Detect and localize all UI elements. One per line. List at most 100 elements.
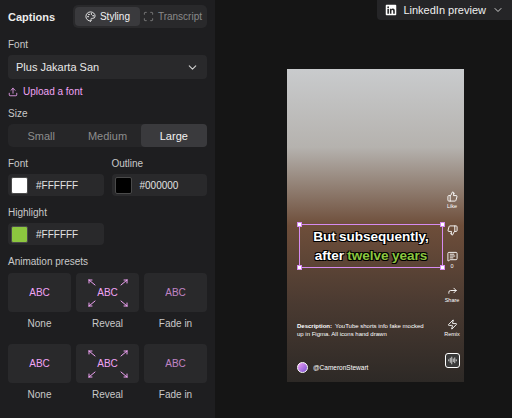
phone-wrap: Butsubsequently,aftertwelveyears Like 0 Sha… xyxy=(215,20,512,382)
captions-panel: Captions StylingTranscript Font Plus Jakart… xyxy=(0,0,215,418)
preset: ABC Reveal xyxy=(76,344,139,401)
color-field: Font #FFFFFF xyxy=(8,158,104,196)
color-field: Outline #000000 xyxy=(112,158,208,196)
preset-sample: ABC xyxy=(29,287,50,298)
resize-handle[interactable] xyxy=(297,265,302,270)
preset-label: Fade in xyxy=(159,318,192,330)
preset: ABC Fade in xyxy=(144,344,207,401)
video-description: Description:YouTube shorts info fake moc… xyxy=(297,322,429,338)
preset-label: Reveal xyxy=(92,318,123,330)
preset-label: Fade in xyxy=(159,389,192,401)
color-swatch[interactable] xyxy=(115,177,132,194)
preset-sample: ABC xyxy=(165,358,186,369)
resize-handle[interactable] xyxy=(297,222,302,227)
preset-sample: ABC xyxy=(97,287,118,298)
avatar xyxy=(297,362,308,373)
font-field: Font Plus Jakarta San xyxy=(8,39,207,79)
action-column: Like 0 Share Remix xyxy=(442,191,462,368)
thumbs-up-icon xyxy=(447,191,458,202)
preset-tile[interactable]: ABC xyxy=(8,344,71,383)
action-label: Like xyxy=(447,203,457,210)
action-button[interactable]: 0 xyxy=(447,251,458,270)
upload-font-link[interactable]: Upload a font xyxy=(8,86,207,97)
resize-handle[interactable] xyxy=(440,265,445,270)
caption-word: twelve xyxy=(347,246,388,265)
caption-line: aftertwelveyears xyxy=(315,246,428,265)
action-label: Share xyxy=(445,297,460,304)
action-button[interactable]: Share xyxy=(445,285,460,304)
field-label: Highlight xyxy=(8,207,104,219)
preview-stage: LinkedIn preview Butsubsequently,aftertwe… xyxy=(215,0,512,418)
size-option[interactable]: Medium xyxy=(74,124,140,147)
preset-sample: ABC xyxy=(165,287,186,298)
animation-field: Animation presets ABC None ABC Reveal ABC Fade… xyxy=(8,256,207,401)
preset-tile[interactable]: ABC xyxy=(76,344,139,383)
comment-icon xyxy=(447,251,458,262)
thumbs-down-icon xyxy=(447,225,458,236)
action-button[interactable]: Like xyxy=(447,191,458,210)
caption-line: Butsubsequently, xyxy=(313,227,429,246)
preset: ABC None xyxy=(8,273,71,330)
preset-label: Reveal xyxy=(92,389,123,401)
size-segmented: SmallMediumLarge xyxy=(8,124,207,147)
action-button[interactable] xyxy=(447,225,458,236)
preset-sample: ABC xyxy=(97,358,118,369)
preset: ABC None xyxy=(8,344,71,401)
linkedin-icon xyxy=(385,4,397,16)
color-swatch[interactable] xyxy=(11,177,28,194)
preset-tile[interactable]: ABC xyxy=(76,273,139,312)
color-grid: Font #FFFFFF Outline #000000 xyxy=(8,158,207,196)
field-label: Outline xyxy=(112,158,208,170)
caption-editor: Captions StylingTranscript Font Plus Jakart… xyxy=(0,0,512,418)
preset-tile[interactable]: ABC xyxy=(144,344,207,383)
size-option[interactable]: Small xyxy=(8,124,74,147)
action-button[interactable] xyxy=(445,353,460,368)
font-select[interactable]: Plus Jakarta San xyxy=(8,55,207,79)
tab-group: StylingTranscript xyxy=(73,5,207,28)
color-input[interactable]: #000000 xyxy=(112,174,208,196)
field-label: Font xyxy=(8,39,207,51)
resize-handle[interactable] xyxy=(440,222,445,227)
field-label: Font xyxy=(8,158,104,170)
reveal-arrows-icon xyxy=(86,349,130,379)
panel-title: Captions xyxy=(8,11,55,23)
preset-label: None xyxy=(28,318,52,330)
color-input[interactable]: #FFFFFF xyxy=(8,174,104,196)
preset: ABC Reveal xyxy=(76,273,139,330)
caption-word: after xyxy=(315,246,344,265)
reveal-arrows-icon xyxy=(86,278,130,308)
video-preview: Butsubsequently,aftertwelveyears Like 0 Sha… xyxy=(287,69,464,382)
preset-tile[interactable]: ABC xyxy=(144,273,207,312)
preset: ABC Fade in xyxy=(144,273,207,330)
tab[interactable]: Styling xyxy=(75,7,140,26)
tab[interactable]: Transcript xyxy=(140,7,205,26)
action-label: Remix xyxy=(444,331,460,338)
preset-label: None xyxy=(28,389,52,401)
caption-word: But xyxy=(313,227,336,246)
field-label: Animation presets xyxy=(8,256,207,268)
preview-dropdown[interactable]: LinkedIn preview xyxy=(377,0,512,20)
sound-icon xyxy=(448,356,457,365)
highlight-field: Highlight #FFFFFF xyxy=(8,207,104,245)
remix-icon xyxy=(447,319,458,330)
channel-row[interactable]: @CameronStewart xyxy=(297,362,368,373)
chevron-down-icon xyxy=(186,61,199,74)
size-option[interactable]: Large xyxy=(141,124,207,147)
size-field: Size SmallMediumLarge xyxy=(8,108,207,147)
preset-sample: ABC xyxy=(29,358,50,369)
color-swatch[interactable] xyxy=(11,226,28,243)
preset-grid: ABC None ABC Reveal ABC Fade in ABC None ABC Reve… xyxy=(8,273,207,401)
caption-box[interactable]: Butsubsequently,aftertwelveyears xyxy=(299,224,443,268)
share-icon xyxy=(447,285,458,296)
highlight-grid: Highlight #FFFFFF xyxy=(8,207,207,245)
chevron-down-icon xyxy=(492,4,504,16)
transcript-icon xyxy=(143,11,154,22)
color-input[interactable]: #FFFFFF xyxy=(8,223,104,245)
sound-thumbnail[interactable] xyxy=(445,353,460,368)
panel-header: Captions StylingTranscript xyxy=(8,5,207,28)
preset-tile[interactable]: ABC xyxy=(8,273,71,312)
action-button[interactable]: Remix xyxy=(444,319,460,338)
palette-icon xyxy=(85,11,96,22)
field-label: Size xyxy=(8,108,207,120)
caption-word: years xyxy=(392,246,427,265)
